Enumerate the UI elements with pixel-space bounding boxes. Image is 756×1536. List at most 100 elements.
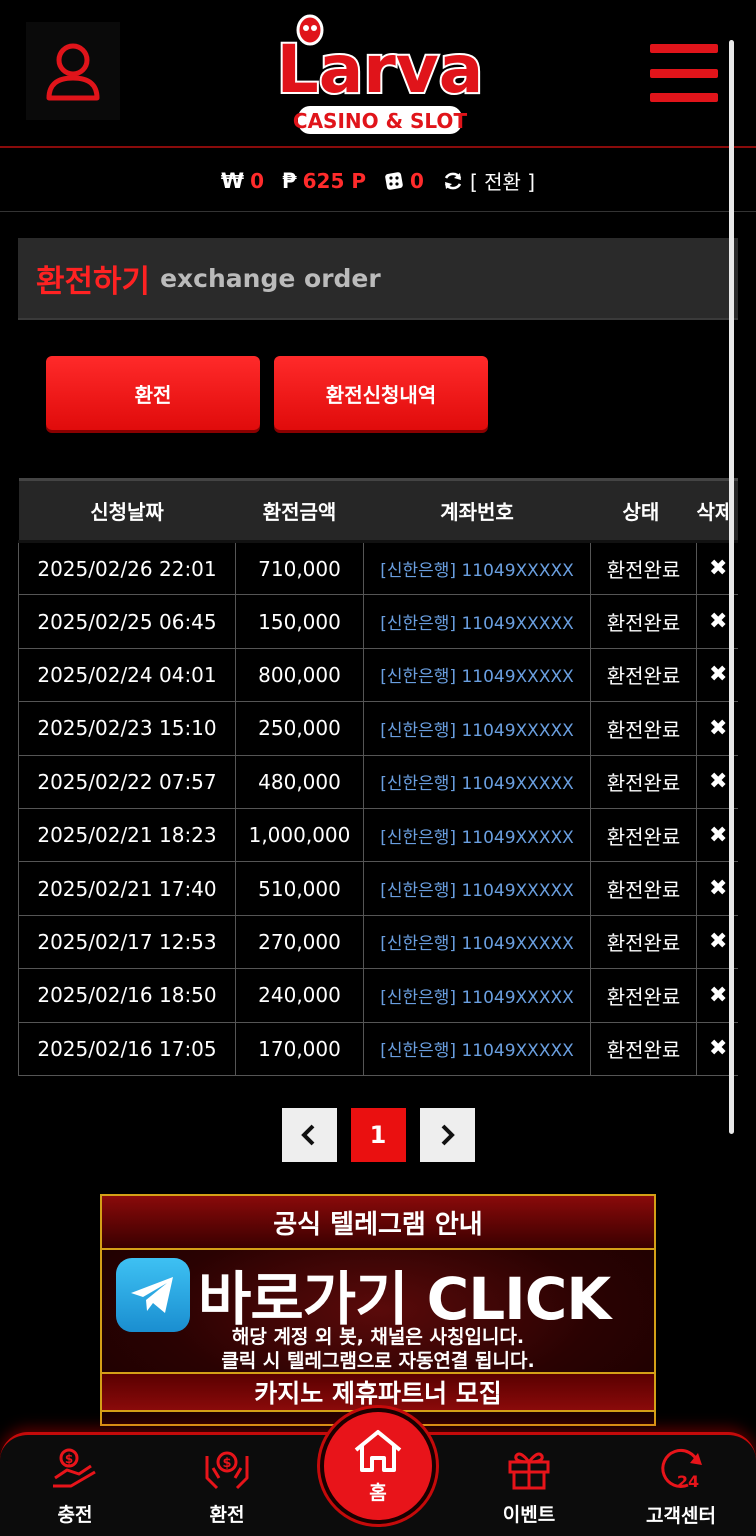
home-icon xyxy=(354,1429,402,1472)
nav-event[interactable]: 이벤트 xyxy=(474,1435,584,1536)
chip-value: 0 xyxy=(410,168,424,193)
hamburger-menu-icon[interactable] xyxy=(650,44,718,102)
refresh-icon xyxy=(444,172,462,189)
deposit-icon: $ xyxy=(53,1448,96,1487)
cell-date: 2025/02/21 17:40 xyxy=(18,861,236,916)
cell-amount: 510,000 xyxy=(235,861,364,916)
cell-amount: 170,000 xyxy=(235,1021,364,1076)
site-logo[interactable]: Larva CASINO & SLOT xyxy=(272,8,488,140)
page-number-current[interactable]: 1 xyxy=(350,1108,406,1162)
chevron-left-icon xyxy=(301,1124,315,1146)
cell-status: 환전완료 xyxy=(590,701,697,756)
nav-home[interactable]: 홈 xyxy=(320,1408,436,1524)
cell-amount: 1,000,000 xyxy=(235,807,364,863)
gift-icon xyxy=(508,1452,550,1489)
cell-status: 환전완료 xyxy=(590,594,697,649)
cell-date: 2025/02/24 04:01 xyxy=(18,647,236,703)
header: Larva CASINO & SLOT xyxy=(0,0,756,148)
nav-withdraw-label: 환전 xyxy=(209,1503,245,1526)
cell-amount: 240,000 xyxy=(235,968,364,1023)
telegram-banner[interactable]: 공식 텔레그램 안내 바로가기 CLICK 해당 계정 외 봇, 채널은 사칭입… xyxy=(100,1194,656,1426)
nav-deposit-label: 충전 xyxy=(57,1503,93,1526)
page-title-korean: 환전하기 xyxy=(36,263,151,300)
withdraw-icon: $ xyxy=(205,1451,249,1489)
cell-account[interactable]: [신한은행] 11049XXXXX xyxy=(363,968,591,1023)
svg-text:$: $ xyxy=(222,1456,231,1471)
cell-amount: 270,000 xyxy=(235,914,364,970)
user-button[interactable] xyxy=(26,22,120,120)
table-row: 2025/02/21 17:40 510,000 [신한은행] 11049XXXXX… xyxy=(18,861,738,916)
cell-status: 환전완료 xyxy=(590,807,697,863)
chip-balance: 0 xyxy=(384,169,424,193)
table-row: 2025/02/16 17:05 170,000 [신한은행] 11049XXXXX… xyxy=(18,1021,738,1076)
cell-date: 2025/02/21 18:23 xyxy=(18,807,236,863)
point-value: 625 P xyxy=(302,168,367,193)
user-icon xyxy=(46,43,100,101)
scrollbar[interactable] xyxy=(729,40,734,1134)
cell-amount: 150,000 xyxy=(235,594,364,649)
cell-status: 환전완료 xyxy=(590,968,697,1023)
exchange-history-button[interactable]: 환전신청내역 xyxy=(274,356,488,430)
switch-button[interactable]: [ 전환 ] xyxy=(442,166,535,195)
dice-icon xyxy=(385,171,403,190)
banner-title: 공식 텔레그램 안내 xyxy=(102,1196,654,1250)
cell-account[interactable]: [신한은행] 11049XXXXX xyxy=(363,807,591,863)
prev-page-button[interactable] xyxy=(281,1108,337,1162)
cell-date: 2025/02/16 17:05 xyxy=(18,1021,236,1076)
table-row: 2025/02/25 06:45 150,000 [신한은행] 11049XXXXX… xyxy=(18,594,738,649)
exchange-button[interactable]: 환전 xyxy=(46,356,260,430)
svg-text:24: 24 xyxy=(677,1472,699,1491)
cell-account[interactable]: [신한은행] 11049XXXXX xyxy=(363,914,591,970)
banner-notice-1: 해당 계정 외 봇, 채널은 사칭입니다. xyxy=(231,1326,525,1348)
support-24-icon: 24 xyxy=(661,1448,702,1491)
svg-text:$: $ xyxy=(65,1452,73,1466)
cell-amount: 250,000 xyxy=(235,701,364,756)
point-icon: ₱ xyxy=(282,168,297,193)
header-date: 신청날짜 xyxy=(18,478,236,542)
page-title-english: exchange order xyxy=(160,263,381,293)
point-balance: ₱ 625 P xyxy=(282,169,366,193)
cell-account[interactable]: [신한은행] 11049XXXXX xyxy=(363,539,591,596)
header-amount: 환전금액 xyxy=(235,478,364,542)
cell-status: 환전완료 xyxy=(590,914,697,970)
cell-date: 2025/02/25 06:45 xyxy=(18,594,236,649)
nav-support[interactable]: 24 고객센터 xyxy=(626,1435,736,1536)
page-title: 환전하기 exchange order xyxy=(18,238,738,320)
table-row: 2025/02/16 18:50 240,000 [신한은행] 11049XXXXX… xyxy=(18,968,738,1023)
nav-home-label: 홈 xyxy=(369,1481,387,1504)
next-page-button[interactable] xyxy=(419,1108,475,1162)
cell-status: 환전완료 xyxy=(590,1021,697,1076)
nav-support-label: 고객센터 xyxy=(646,1504,716,1527)
cash-value: 0 xyxy=(250,168,265,193)
cell-status: 환전완료 xyxy=(590,539,697,596)
header-status: 상태 xyxy=(590,478,697,542)
nav-event-label: 이벤트 xyxy=(502,1503,556,1526)
cell-account[interactable]: [신한은행] 11049XXXXX xyxy=(363,861,591,916)
cell-account[interactable]: [신한은행] 11049XXXXX xyxy=(363,594,591,649)
cell-amount: 800,000 xyxy=(235,647,364,703)
header-account: 계좌번호 xyxy=(363,478,591,542)
cell-account[interactable]: [신한은행] 11049XXXXX xyxy=(363,1021,591,1076)
cell-date: 2025/02/16 18:50 xyxy=(18,968,236,1023)
cell-status: 환전완료 xyxy=(590,754,697,809)
cell-amount: 480,000 xyxy=(235,754,364,809)
balance-bar: ₩ 0 ₱ 625 P 0 [ 전환 ] xyxy=(0,150,756,212)
banner-notice-2: 클릭 시 텔레그램으로 자동연결 됩니다. xyxy=(221,1350,535,1372)
telegram-icon xyxy=(116,1258,190,1332)
cell-date: 2025/02/26 22:01 xyxy=(18,539,236,596)
cell-account[interactable]: [신한은행] 11049XXXXX xyxy=(363,701,591,756)
table-row: 2025/02/24 04:01 800,000 [신한은행] 11049XXXXX… xyxy=(18,647,738,703)
cell-account[interactable]: [신한은행] 11049XXXXX xyxy=(363,754,591,809)
cell-account[interactable]: [신한은행] 11049XXXXX xyxy=(363,647,591,703)
cash-balance: ₩ 0 xyxy=(221,169,264,193)
switch-label: [ 전환 ] xyxy=(469,170,536,194)
table-header-row: 신청날짜 환전금액 계좌번호 상태 삭제 xyxy=(18,478,738,542)
table-row: 2025/02/23 15:10 250,000 [신한은행] 11049XXXXX… xyxy=(18,701,738,756)
nav-withdraw[interactable]: $ 환전 xyxy=(172,1435,282,1536)
table-row: 2025/02/17 12:53 270,000 [신한은행] 11049XXXXX… xyxy=(18,914,738,970)
cell-date: 2025/02/23 15:10 xyxy=(18,701,236,756)
nav-deposit[interactable]: $ 충전 xyxy=(20,1435,130,1536)
banner-partner: 카지노 제휴파트너 모집 xyxy=(102,1372,654,1412)
exchange-history-table: 신청날짜 환전금액 계좌번호 상태 삭제 2025/02/26 22:01 710… xyxy=(18,478,738,1076)
cell-date: 2025/02/17 12:53 xyxy=(18,914,236,970)
